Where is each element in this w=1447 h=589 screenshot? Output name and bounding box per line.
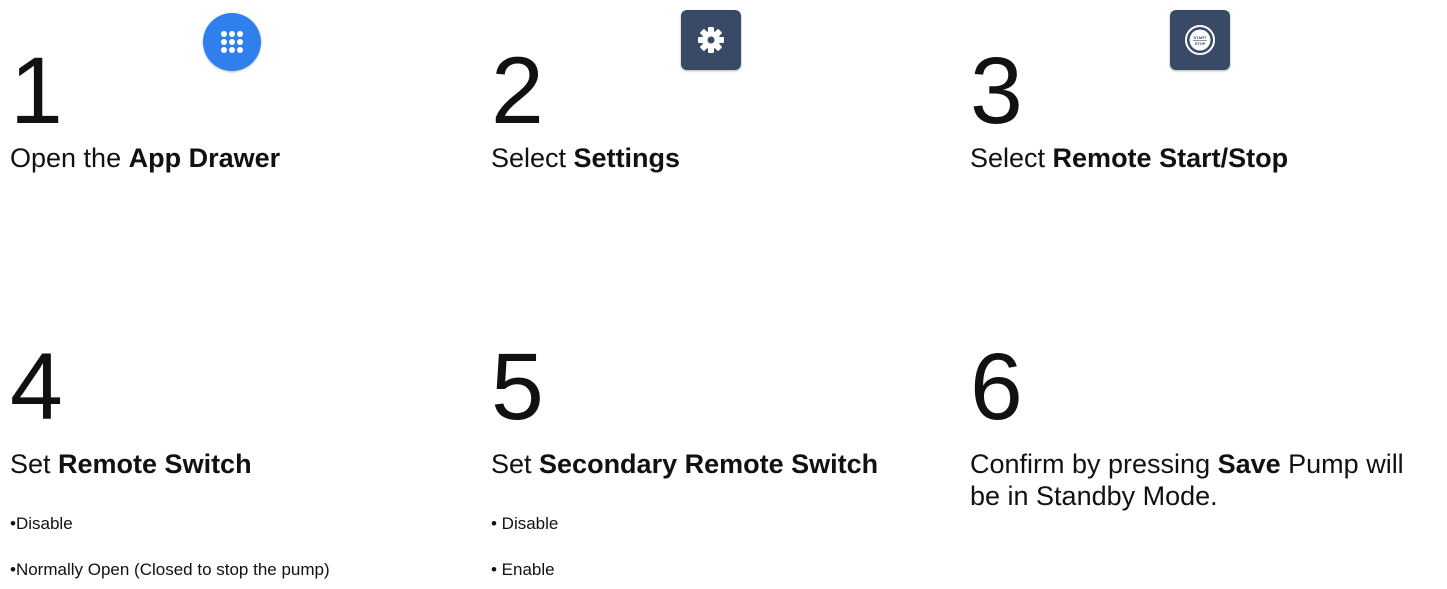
step-title: Set Secondary Remote Switch [491,448,878,480]
step-title: Open the App Drawer [10,142,280,174]
step-title-bold: Remote Start/Stop [1052,143,1289,173]
step-title: Confirm by pressing Save Pump will be in… [970,448,1440,512]
stop-label: STOP [1195,41,1206,46]
step-number: 3 [970,38,1023,144]
step-title: Select Settings [491,142,680,174]
step-4: 4 Set Remote Switch •Disable •Normally O… [10,330,480,589]
step-title-bold: Secondary Remote Switch [539,449,879,479]
option-normally-open: •Normally Open (Closed to stop the pump) [10,560,330,579]
step-title-bold: Settings [573,143,681,173]
option-disable: • Disable [491,514,559,533]
step-number: 4 [10,334,63,440]
step-title: Set Remote Switch [10,448,252,480]
step-number: 2 [491,38,544,144]
option-disable: •Disable [10,514,73,533]
step-title: Select Remote Start/Stop [970,142,1288,174]
step-title-prefix: Confirm by pressing [970,449,1218,479]
step-title-bold: App Drawer [128,143,281,173]
step-title-prefix: Open the [10,143,129,173]
start-stop-icon[interactable]: START STOP [1170,10,1230,70]
start-label: START [1193,35,1207,40]
step-title-prefix: Set [491,449,540,479]
step-title-prefix: Set [10,449,59,479]
app-drawer-icon[interactable] [203,13,261,71]
step-6: 6 Confirm by pressing Save Pump will be … [970,330,1440,589]
step-2: 2 Select Settings [491,0,961,200]
option-enable: • Enable [491,560,555,579]
step-title-prefix: Select [970,143,1053,173]
step-5: 5 Set Secondary Remote Switch • Disable … [491,330,966,589]
step-number: 5 [491,334,544,440]
step-title-prefix: Select [491,143,574,173]
step-3: START STOP 3 Select Remote Start/Stop [970,0,1440,200]
step-title-bold: Save [1217,449,1281,479]
step-1: 1 Open the App Drawer [10,0,480,200]
step-title-bold: Remote Switch [58,449,252,479]
step-number: 1 [10,38,63,144]
step-number: 6 [970,334,1023,440]
gear-icon[interactable] [681,10,741,70]
